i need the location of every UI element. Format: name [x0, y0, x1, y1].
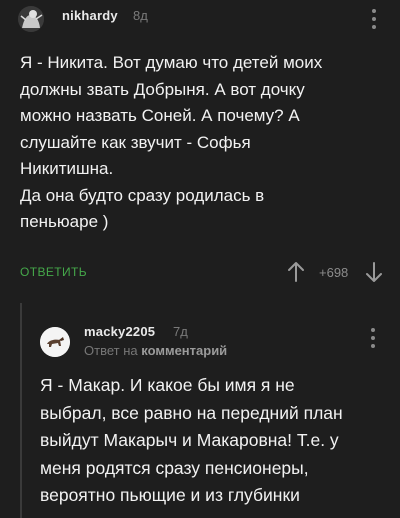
arrow-down-icon[interactable]	[365, 261, 383, 288]
rating-value: +698	[319, 265, 349, 280]
arrow-up-icon[interactable]	[287, 261, 305, 288]
more-vertical-icon[interactable]	[371, 9, 377, 33]
comment-body: Я - Никита. Вот думаю что детей моих дол…	[20, 53, 323, 231]
reply-time: 7д	[173, 324, 188, 339]
more-vertical-icon[interactable]	[370, 328, 376, 352]
reply-button[interactable]: ОТВЕТИТЬ	[20, 265, 87, 279]
reply-to-prefix: Ответ на	[84, 343, 138, 358]
comment-time: 8д	[133, 8, 148, 23]
reply-to-info: Ответ на комментарий	[84, 343, 227, 358]
comment-author[interactable]: nikhardy	[62, 8, 118, 23]
thread-line	[20, 303, 22, 518]
reply-to-link[interactable]: комментарий	[141, 343, 227, 358]
avatar-nikhardy[interactable]	[18, 6, 44, 32]
reply-body: Я - Макар. И какое бы имя я не выбрал, в…	[40, 375, 343, 505]
avatar-macky2205[interactable]	[40, 327, 70, 357]
reply-author[interactable]: macky2205	[84, 324, 155, 339]
